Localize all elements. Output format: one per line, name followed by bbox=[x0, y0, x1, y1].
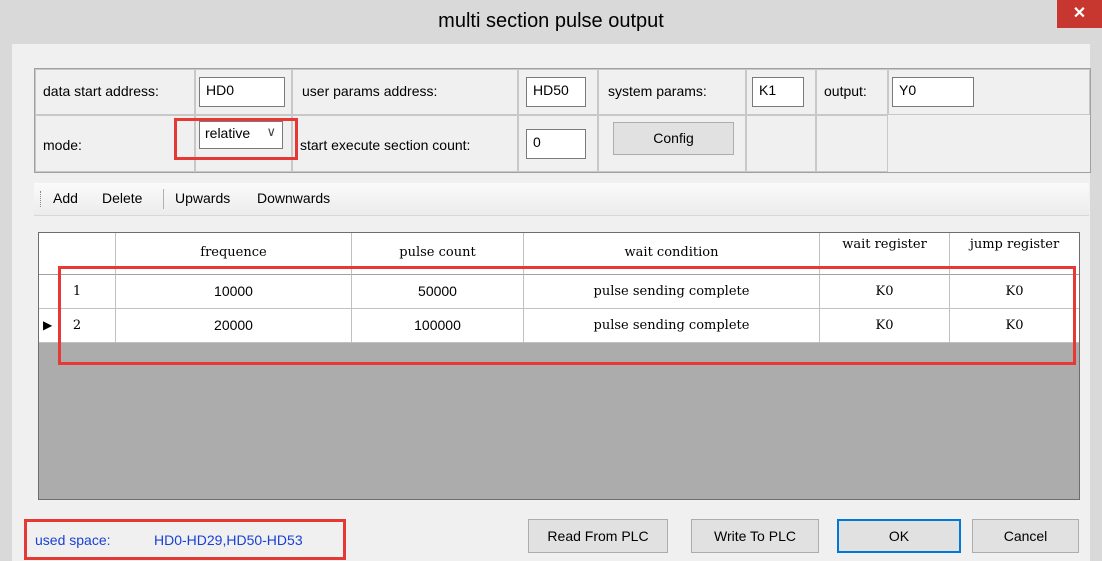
system-params-label: system params: bbox=[608, 83, 707, 99]
output-label: output: bbox=[824, 83, 867, 99]
used-space-highlight-box bbox=[24, 519, 346, 560]
system-params-value: K1 bbox=[759, 82, 777, 98]
read-from-plc-button[interactable]: Read From PLC bbox=[528, 519, 668, 553]
downwards-button[interactable]: Downwards bbox=[257, 190, 330, 206]
toolbar-grip[interactable] bbox=[40, 191, 43, 207]
close-icon: ✕ bbox=[1072, 5, 1087, 22]
user-params-address-value: HD50 bbox=[533, 82, 569, 98]
delete-button[interactable]: Delete bbox=[102, 190, 142, 206]
current-row-icon: ▶ bbox=[43, 318, 53, 332]
close-button[interactable]: ✕ bbox=[1057, 0, 1102, 28]
section-toolbar: Add Delete Upwards Downwards bbox=[34, 183, 1089, 216]
data-start-address-value: HD0 bbox=[206, 82, 235, 98]
toolbar-separator bbox=[163, 189, 164, 209]
output-value: Y0 bbox=[899, 82, 917, 98]
param-cell bbox=[816, 115, 888, 172]
start-execute-section-count-label: start execute section count: bbox=[300, 137, 471, 153]
window-frame-right bbox=[1090, 44, 1102, 561]
upwards-button[interactable]: Upwards bbox=[175, 190, 230, 206]
cancel-button[interactable]: Cancel bbox=[972, 519, 1079, 553]
start-execute-section-count-input[interactable]: 0 bbox=[526, 129, 586, 159]
data-start-address-input[interactable]: HD0 bbox=[199, 77, 285, 107]
write-to-plc-button[interactable]: Write To PLC bbox=[691, 519, 819, 553]
config-button[interactable]: Config bbox=[613, 122, 734, 155]
window-title: multi section pulse output bbox=[438, 10, 664, 32]
table-rows-highlight-box bbox=[58, 266, 1076, 365]
output-input[interactable]: Y0 bbox=[892, 77, 974, 107]
add-button[interactable]: Add bbox=[53, 190, 78, 206]
user-params-address-input[interactable]: HD50 bbox=[526, 77, 586, 107]
user-params-address-label: user params address: bbox=[302, 83, 438, 99]
data-start-address-label: data start address: bbox=[43, 83, 159, 99]
ok-button[interactable]: OK bbox=[837, 519, 961, 553]
param-cell bbox=[746, 115, 816, 172]
system-params-input[interactable]: K1 bbox=[752, 77, 804, 107]
window-frame-left bbox=[0, 44, 12, 561]
title-bar: multi section pulse output ✕ bbox=[0, 0, 1102, 44]
mode-highlight-box bbox=[174, 118, 298, 160]
mode-label: mode: bbox=[43, 137, 82, 153]
start-execute-section-count-value: 0 bbox=[533, 134, 541, 150]
